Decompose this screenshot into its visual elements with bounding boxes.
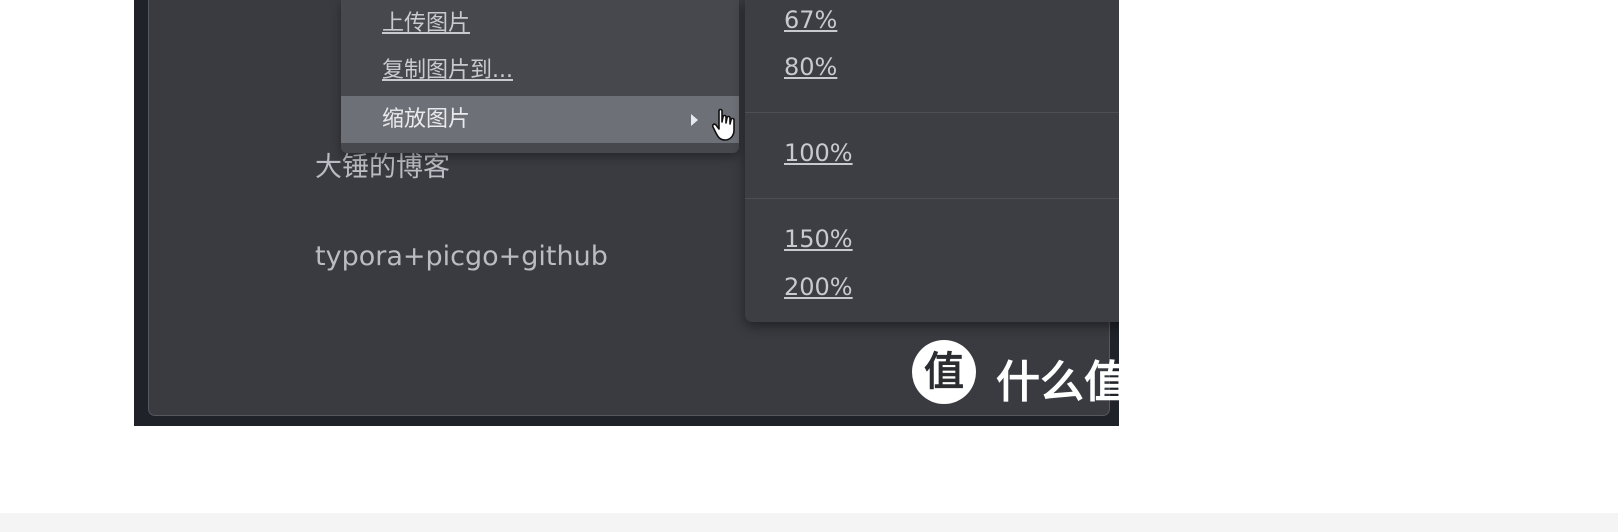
menu-separator bbox=[745, 112, 1119, 113]
zoom-option-200[interactable]: 200% bbox=[784, 273, 853, 301]
menu-item-label: 缩放图片 bbox=[382, 107, 471, 132]
menu-item-upload-image[interactable]: 上传图片 bbox=[341, 0, 739, 47]
zoom-option-150[interactable]: 150% bbox=[784, 225, 853, 253]
menu-separator bbox=[745, 198, 1119, 199]
image-context-menu: 上传图片 复制图片到... 缩放图片 bbox=[341, 0, 739, 153]
brand-text: 什么值得买 bbox=[996, 357, 1119, 408]
page-footer-strip bbox=[0, 513, 1618, 532]
menu-item-copy-image-to[interactable]: 复制图片到... bbox=[341, 47, 739, 94]
document-text-line: typora+picgo+github bbox=[315, 241, 608, 272]
zoom-submenu: 67% 80% 100% 150% 200% bbox=[745, 0, 1119, 322]
menu-item-zoom-image[interactable]: 缩放图片 bbox=[341, 96, 739, 143]
submenu-arrow-icon bbox=[691, 114, 698, 126]
menu-item-label: 上传图片 bbox=[382, 11, 471, 36]
menu-item-label: 复制图片到... bbox=[382, 58, 513, 83]
hand-pointer-cursor-icon bbox=[711, 108, 735, 141]
brand-logo-icon: 值 bbox=[912, 340, 976, 404]
zoom-option-100[interactable]: 100% bbox=[784, 139, 853, 167]
zoom-option-80[interactable]: 80% bbox=[784, 53, 837, 81]
zoom-option-67[interactable]: 67% bbox=[784, 6, 837, 34]
screenshot-image: 大锤的博客 typora+picgo+github 上传图片 复制图片到... … bbox=[134, 0, 1119, 426]
